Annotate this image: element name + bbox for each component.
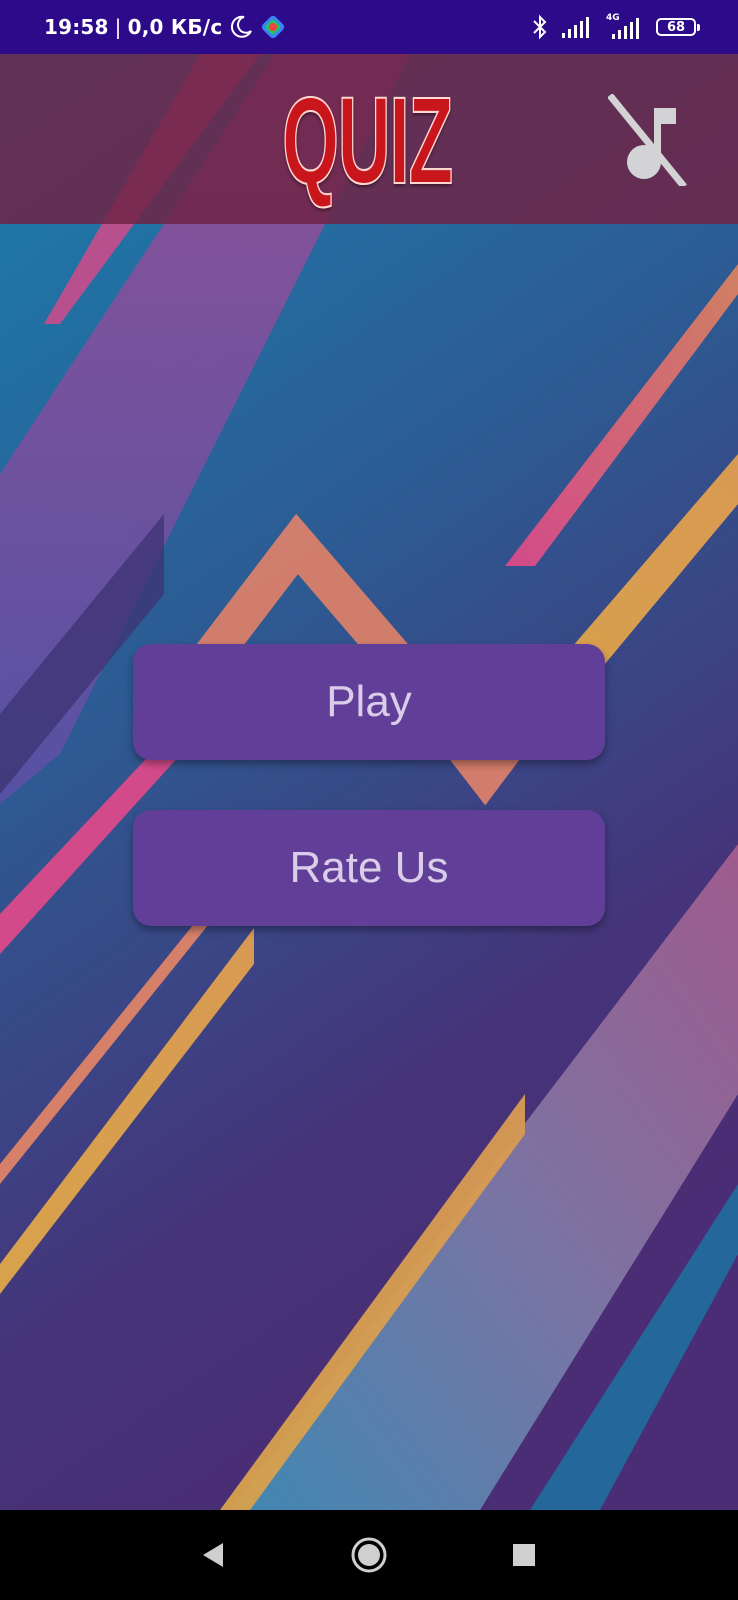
moon-icon	[228, 14, 254, 40]
app-notification-icon	[260, 14, 286, 40]
status-bar: 19:58 | 0,0 КБ/с 4G 68	[0, 0, 738, 54]
battery-level: 68	[666, 19, 686, 35]
signal-4g-icon: 4G	[606, 13, 642, 39]
bluetooth-icon	[532, 14, 548, 40]
app-header: QUIZ	[0, 54, 738, 224]
rate-us-button[interactable]: Rate Us	[133, 810, 605, 926]
play-button[interactable]: Play	[133, 644, 605, 760]
status-left: 19:58 | 0,0 КБ/с	[44, 0, 286, 54]
status-separator: |	[114, 15, 122, 39]
status-time: 19:58	[44, 15, 109, 39]
navigation-bar	[0, 1510, 738, 1600]
status-net-speed: 0,0 КБ/с	[127, 15, 223, 39]
status-right: 4G 68	[532, 0, 700, 54]
recents-icon[interactable]	[497, 1528, 551, 1582]
home-icon[interactable]	[342, 1528, 396, 1582]
quiz-logo: QUIZ	[281, 71, 453, 211]
background-artwork	[0, 54, 738, 1510]
back-icon[interactable]	[187, 1528, 241, 1582]
signal-icon	[562, 16, 592, 38]
app-screen: QUIZ Play Rate Us	[0, 54, 738, 1510]
music-off-icon[interactable]	[607, 93, 692, 189]
battery-icon: 68	[656, 18, 700, 36]
